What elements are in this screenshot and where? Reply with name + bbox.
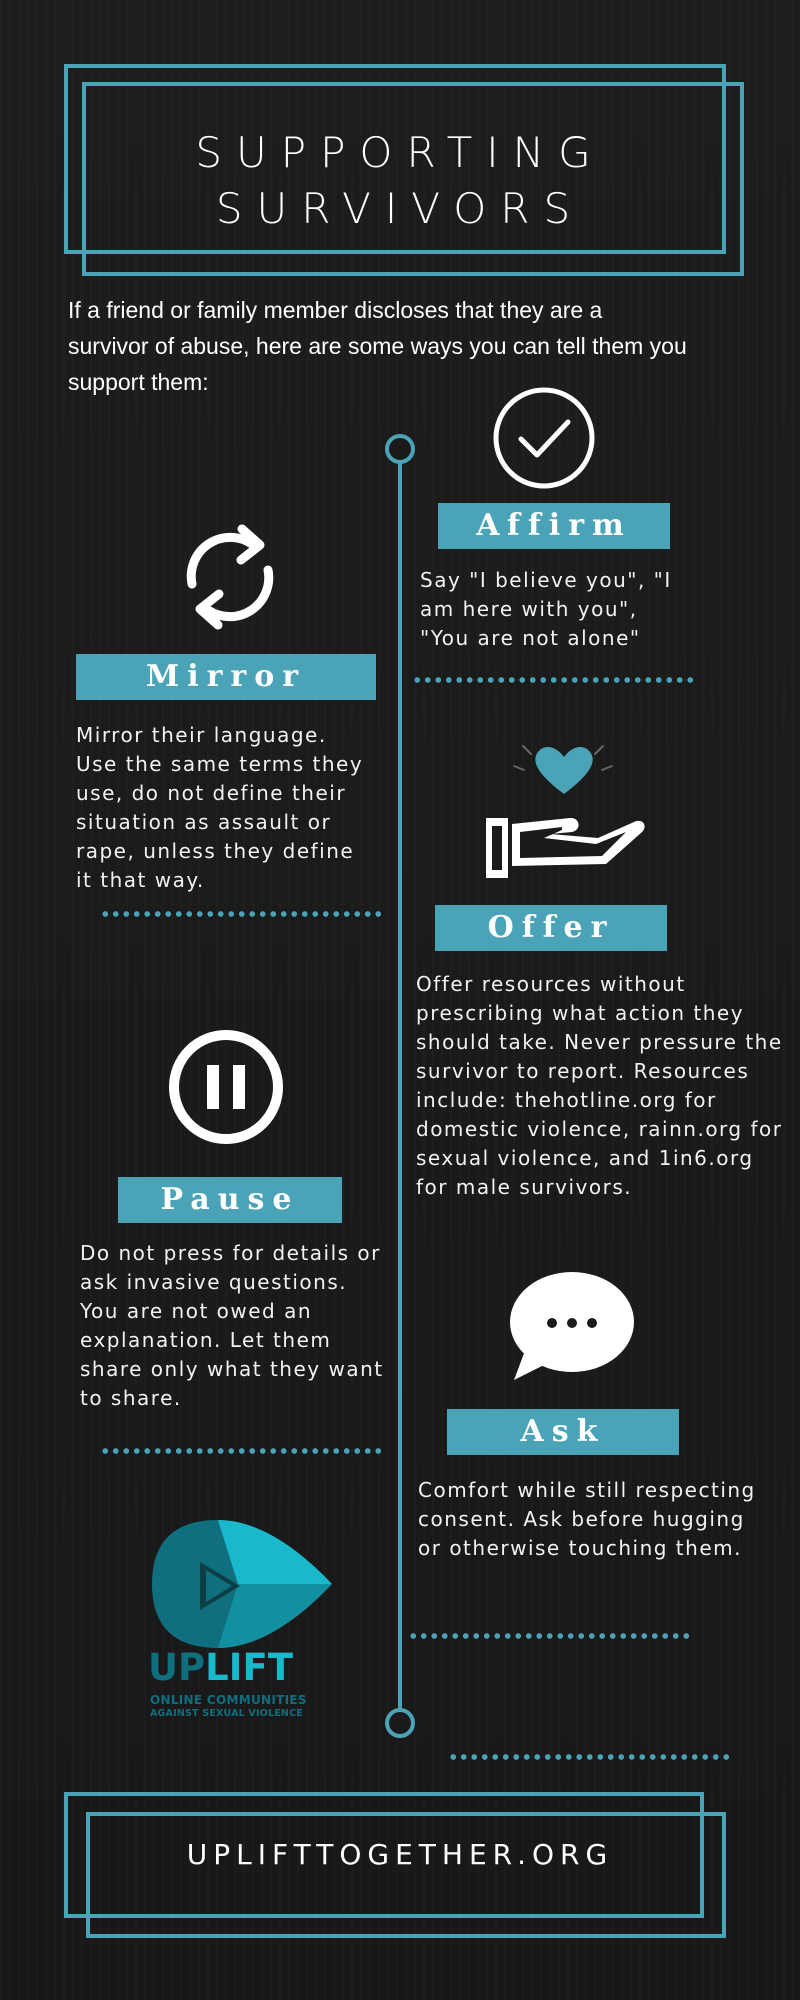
ask-label: Ask bbox=[447, 1409, 679, 1455]
mirror-text: Mirror their language. Use the same term… bbox=[76, 723, 364, 892]
ask-divider bbox=[408, 1633, 693, 1639]
footer-url: UPLIFTTOGETHER.ORG bbox=[186, 1838, 614, 1871]
pause-circle-icon bbox=[167, 1028, 285, 1146]
affirm-label: Affirm bbox=[438, 503, 670, 549]
pause-divider bbox=[100, 1448, 385, 1454]
logo-wordmark-lift: LIFT bbox=[205, 1646, 294, 1689]
offer-label: Offer bbox=[435, 905, 667, 951]
uplift-logo bbox=[148, 1518, 334, 1650]
timeline-node-bottom bbox=[385, 1708, 415, 1738]
refresh-cycle-icon bbox=[164, 512, 294, 642]
checkmark-circle-icon bbox=[492, 386, 596, 490]
intro-text: If a friend or family member discloses t… bbox=[68, 297, 687, 395]
mirror-label: Mirror bbox=[76, 654, 376, 700]
pause-label: Pause bbox=[118, 1177, 342, 1223]
logo-tagline-1: ONLINE COMMUNITIES bbox=[150, 1693, 307, 1707]
logo-wordmark: UPLIFT bbox=[148, 1648, 293, 1688]
affirm-text: Say "I believe you", "I am here with you… bbox=[420, 568, 672, 650]
logo-tagline-2: AGAINST SEXUAL VIOLENCE bbox=[150, 1708, 303, 1719]
speech-bubble-icon bbox=[504, 1266, 638, 1384]
mirror-divider bbox=[100, 911, 385, 917]
timeline-node-top bbox=[385, 434, 415, 464]
ask-text: Comfort while still respecting consent. … bbox=[418, 1478, 756, 1560]
offer-text: Offer resources without prescribing what… bbox=[416, 972, 783, 1199]
hand-heart-icon bbox=[478, 726, 648, 886]
page-title-line1: SUPPORTING bbox=[195, 128, 605, 177]
timeline-line bbox=[398, 452, 402, 1708]
logo-wordmark-up: UP bbox=[148, 1646, 206, 1689]
footer-frame-inner bbox=[86, 1812, 726, 1938]
affirm-divider bbox=[412, 677, 697, 683]
bottom-divider bbox=[448, 1754, 733, 1760]
pause-text: Do not press for details or ask invasive… bbox=[80, 1241, 384, 1410]
page-title-line2: SURVIVORS bbox=[215, 184, 585, 233]
